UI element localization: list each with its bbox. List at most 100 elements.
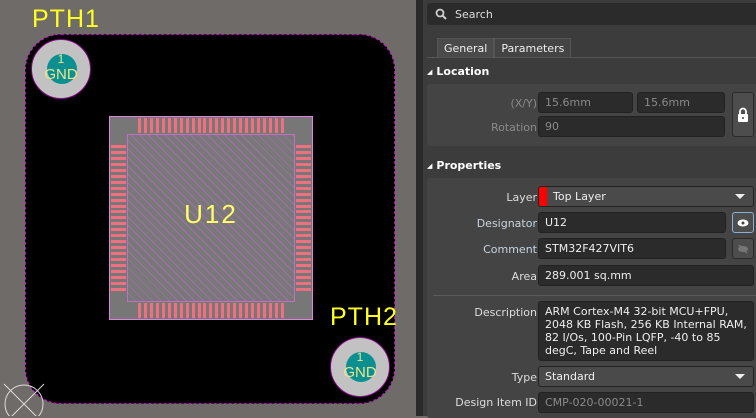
pin (227, 118, 231, 133)
pin (209, 118, 213, 133)
pin (197, 303, 201, 318)
pin (296, 252, 311, 256)
type-select[interactable]: Standard (538, 366, 754, 387)
tab-general[interactable]: General (437, 38, 495, 58)
pin (111, 246, 126, 250)
pin (203, 303, 207, 318)
layer-value: Top Layer (553, 190, 606, 203)
pin (111, 186, 126, 190)
pin (173, 118, 177, 133)
component-u12[interactable]: U12 (109, 116, 313, 320)
pin (143, 303, 147, 318)
pin (233, 303, 237, 318)
pin (111, 156, 126, 160)
design-item-id-input[interactable]: CMP-020-00021-1 (538, 392, 754, 413)
y-input[interactable]: 15.6mm (637, 92, 725, 113)
type-label: Type (511, 371, 537, 384)
pin (149, 118, 153, 133)
lock-icon (738, 107, 748, 122)
pin (111, 258, 126, 262)
search-placeholder: Search (455, 7, 493, 21)
pin (274, 118, 278, 133)
pin (161, 118, 165, 133)
pin (143, 118, 147, 133)
chevron-down-icon (735, 374, 745, 379)
pin (227, 303, 231, 318)
pin (257, 118, 261, 133)
designator-input[interactable]: U12 (538, 212, 726, 233)
pin (191, 303, 195, 318)
pin (296, 162, 311, 166)
pth2-pad[interactable]: 1 GND (330, 337, 390, 397)
rotation-input[interactable]: 90 (538, 116, 725, 137)
pin (111, 252, 126, 256)
pin (111, 275, 126, 279)
pin (296, 186, 311, 190)
pin (245, 118, 249, 133)
layer-select[interactable]: Top Layer (538, 186, 754, 207)
pin (296, 246, 311, 250)
location-box: (X/Y) 15.6mm 15.6mm Rotation 90 (427, 84, 756, 146)
pin (111, 174, 126, 178)
pin (263, 303, 267, 318)
pin (179, 118, 183, 133)
pin (209, 303, 213, 318)
designator-visibility-button[interactable] (732, 212, 754, 233)
x-input[interactable]: 15.6mm (538, 92, 633, 113)
section-title: Location (436, 65, 490, 78)
pin (251, 118, 255, 133)
pcb-canvas[interactable]: PTH1 1 GND PTH2 1 GND U12 (0, 0, 416, 416)
pin (268, 303, 272, 318)
divider (433, 295, 756, 296)
pin (239, 118, 243, 133)
pth1-label[interactable]: PTH1 (32, 5, 100, 34)
design-item-id-label: Design Item ID (455, 396, 537, 409)
pin (111, 234, 126, 238)
comment-visibility-button[interactable] (732, 238, 754, 259)
pin (296, 174, 311, 178)
description-input[interactable]: ARM Cortex-M4 32-bit MCU+FPU, 2048 KB Fl… (538, 301, 754, 361)
pin (245, 303, 249, 318)
pin (167, 118, 171, 133)
rotation-label: Rotation (490, 121, 537, 134)
lock-button[interactable] (732, 92, 754, 137)
pin (233, 118, 237, 133)
pin (280, 303, 284, 318)
pin (296, 264, 311, 268)
pin (138, 118, 141, 133)
description-label: Description (474, 306, 537, 319)
pin (215, 118, 219, 133)
pin (239, 303, 243, 318)
comment-input[interactable]: STM32F427VIT6 (538, 238, 726, 259)
pin (185, 303, 189, 318)
pin (111, 281, 126, 285)
tab-divider (427, 57, 756, 58)
pin (149, 303, 153, 318)
pin (296, 180, 311, 184)
origin-marker-icon (3, 383, 45, 416)
pin (296, 192, 311, 196)
pin (111, 150, 126, 154)
pin (263, 118, 267, 133)
properties-box: Layer Top Layer Designator U12 Comment S… (427, 178, 756, 418)
pin (111, 264, 126, 268)
tab-parameters[interactable]: Parameters (494, 38, 572, 58)
pin (155, 118, 159, 133)
pin (138, 303, 141, 318)
pin (296, 234, 311, 238)
pad-net: GND (343, 364, 377, 381)
search-input[interactable]: Search (427, 3, 756, 25)
pin (274, 303, 278, 318)
pin (296, 258, 311, 262)
pin (111, 162, 126, 166)
properties-section-header[interactable]: ◢ Properties (427, 159, 501, 172)
pin (185, 118, 189, 133)
pth1-pad[interactable]: 1 GND (31, 39, 91, 99)
location-section-header[interactable]: ◢ Location (427, 65, 489, 78)
layer-label: Layer (506, 191, 537, 204)
pin (111, 240, 126, 244)
pin (111, 270, 126, 274)
pin (296, 270, 311, 274)
pin (161, 303, 165, 318)
pth2-label[interactable]: PTH2 (330, 303, 398, 332)
